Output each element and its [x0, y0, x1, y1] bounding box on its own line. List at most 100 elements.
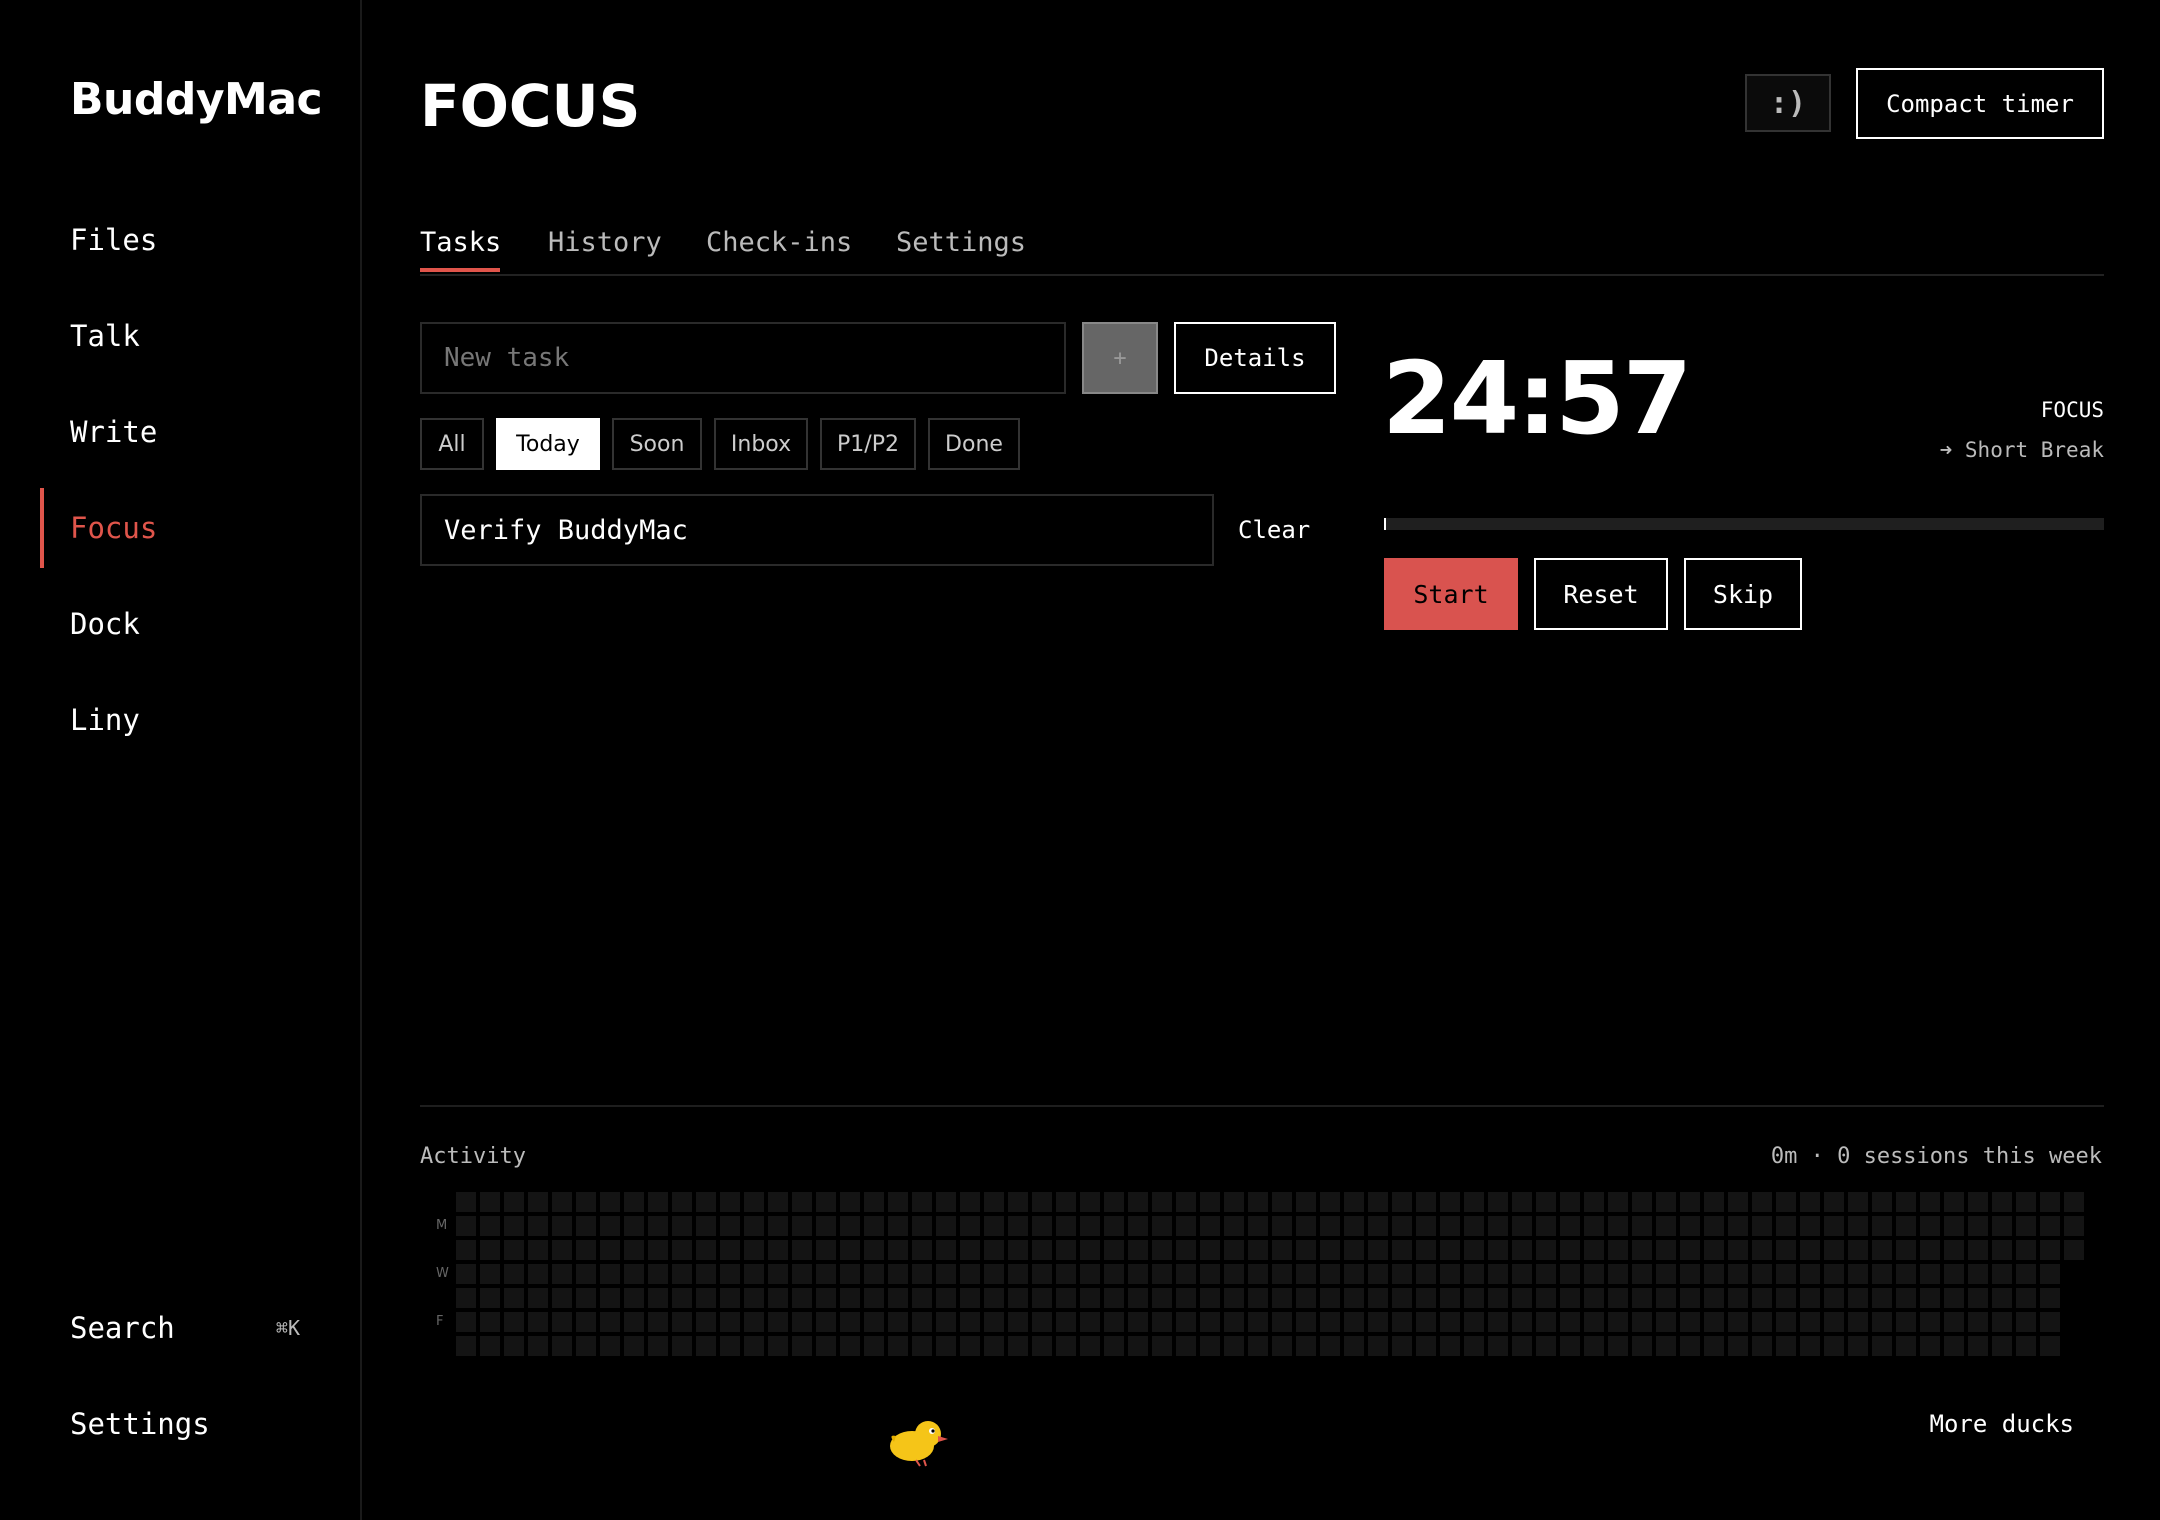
heatmap-cell — [1848, 1240, 1868, 1260]
heatmap-cell — [768, 1336, 788, 1356]
heatmap-cell — [840, 1216, 860, 1236]
heatmap-cell — [1224, 1336, 1244, 1356]
sidebar-item-focus[interactable]: Focus — [70, 503, 330, 553]
heatmap-cell — [1776, 1216, 1796, 1236]
heatmap-cell — [1896, 1216, 1916, 1236]
sidebar-item-write[interactable]: Write — [70, 407, 330, 457]
heatmap-cell — [1728, 1264, 1748, 1284]
more-ducks-button[interactable]: More ducks — [1930, 1404, 2075, 1444]
heatmap-cell — [1584, 1264, 1604, 1284]
heatmap-cell — [1680, 1240, 1700, 1260]
heatmap-cell — [1824, 1288, 1844, 1308]
heatmap-cell — [504, 1240, 524, 1260]
filter-today[interactable]: Today — [496, 418, 600, 470]
reset-button[interactable]: Reset — [1534, 558, 1668, 630]
heatmap-cell — [1032, 1288, 1052, 1308]
heatmap-cell — [1656, 1288, 1676, 1308]
sidebar: BuddyMac Files Talk Write Focus Dock Lin… — [0, 0, 362, 1520]
heatmap-cell — [1008, 1312, 1028, 1332]
duck-icon[interactable] — [888, 1412, 950, 1468]
heatmap-cell — [1824, 1264, 1844, 1284]
heatmap-cell — [816, 1312, 836, 1332]
timer-display: 24:57 — [1382, 340, 1692, 457]
heatmap-cell — [2016, 1312, 2036, 1332]
heatmap-cell — [1320, 1336, 1340, 1356]
heatmap-cell — [1512, 1264, 1532, 1284]
search-shortcut: ⌘K — [275, 1316, 300, 1340]
heatmap-cell — [1248, 1264, 1268, 1284]
heatmap-cell — [792, 1264, 812, 1284]
filter-soon[interactable]: Soon — [612, 418, 702, 470]
heatmap-cell — [960, 1240, 980, 1260]
heatmap-cell — [456, 1240, 476, 1260]
sidebar-item-files[interactable]: Files — [70, 215, 330, 265]
filter-inbox[interactable]: Inbox — [714, 418, 808, 470]
tab-history[interactable]: History — [548, 218, 662, 268]
details-button[interactable]: Details — [1174, 322, 1336, 394]
heatmap-cell — [864, 1264, 884, 1284]
heatmap-cell — [1824, 1192, 1844, 1212]
filter-p1p2[interactable]: P1/P2 — [820, 418, 916, 470]
heatmap-cell — [1128, 1288, 1148, 1308]
new-task-input[interactable] — [420, 322, 1066, 394]
heatmap-cell — [1992, 1264, 2012, 1284]
heatmap-cell — [1920, 1264, 1940, 1284]
sidebar-item-dock[interactable]: Dock — [70, 599, 330, 649]
heatmap-cell — [816, 1336, 836, 1356]
heatmap-cell — [1344, 1192, 1364, 1212]
heatmap-cell — [1368, 1288, 1388, 1308]
heatmap-cell — [984, 1288, 1004, 1308]
heatmap-cell — [1368, 1192, 1388, 1212]
heatmap-cell — [1296, 1336, 1316, 1356]
smile-button[interactable]: :) — [1745, 74, 1831, 132]
heatmap-cell — [1776, 1192, 1796, 1212]
skip-button[interactable]: Skip — [1684, 558, 1802, 630]
clear-button[interactable]: Clear — [1238, 510, 1310, 550]
heatmap-cell — [1536, 1264, 1556, 1284]
heatmap-cell — [1128, 1192, 1148, 1212]
heatmap-cell — [672, 1192, 692, 1212]
heatmap-cell — [552, 1264, 572, 1284]
heatmap-cell — [1368, 1216, 1388, 1236]
tab-settings[interactable]: Settings — [896, 218, 1026, 268]
heatmap-cell — [720, 1192, 740, 1212]
heatmap-cell — [1584, 1216, 1604, 1236]
filter-all[interactable]: All — [420, 418, 484, 470]
heatmap-cell — [1416, 1216, 1436, 1236]
heatmap-cell — [1608, 1336, 1628, 1356]
add-task-button[interactable]: + — [1082, 322, 1158, 394]
sidebar-item-talk[interactable]: Talk — [70, 311, 330, 361]
start-button[interactable]: Start — [1384, 558, 1518, 630]
activity-summary: 0m · 0 sessions this week — [1770, 1144, 2102, 1169]
heatmap-cell — [1224, 1216, 1244, 1236]
heatmap-cell — [1752, 1312, 1772, 1332]
tab-tasks[interactable]: Tasks — [420, 218, 501, 268]
heatmap-cell — [1056, 1312, 1076, 1332]
heatmap-cell — [792, 1192, 812, 1212]
filter-done[interactable]: Done — [928, 418, 1020, 470]
heatmap-cell — [1632, 1192, 1652, 1212]
heatmap-cell — [1920, 1312, 1940, 1332]
heatmap-cell — [600, 1312, 620, 1332]
heatmap-cell — [1656, 1264, 1676, 1284]
heatmap-cell — [1272, 1312, 1292, 1332]
compact-timer-button[interactable]: Compact timer — [1856, 68, 2104, 139]
heatmap-cell — [1560, 1336, 1580, 1356]
heatmap-cell — [1608, 1264, 1628, 1284]
sidebar-settings[interactable]: Settings — [70, 1399, 210, 1449]
search-button[interactable]: Search ⌘K — [70, 1303, 300, 1353]
heatmap-cell — [2040, 1336, 2060, 1356]
heatmap-cell — [1224, 1240, 1244, 1260]
heatmap-cell — [1896, 1336, 1916, 1356]
heatmap-cell — [1032, 1240, 1052, 1260]
heatmap-cell — [624, 1336, 644, 1356]
heatmap-cell — [1464, 1288, 1484, 1308]
heatmap-cell — [600, 1240, 620, 1260]
sidebar-item-liny[interactable]: Liny — [70, 695, 330, 745]
tab-check-ins[interactable]: Check-ins — [706, 218, 852, 268]
heatmap-cell — [1680, 1192, 1700, 1212]
heatmap-cell — [1296, 1312, 1316, 1332]
heatmap-cell — [552, 1192, 572, 1212]
task-item[interactable]: Verify BuddyMac — [420, 494, 1214, 566]
heatmap-cell — [1176, 1264, 1196, 1284]
